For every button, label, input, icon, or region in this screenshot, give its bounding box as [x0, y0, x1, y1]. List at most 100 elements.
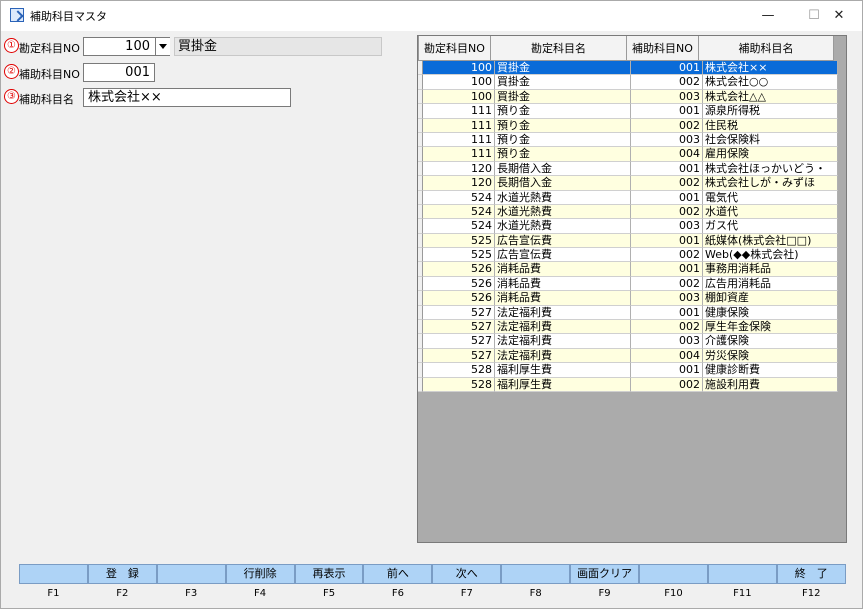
table-cell[interactable]: 福利厚生費	[495, 363, 631, 378]
table-row[interactable]: 527 法定福利費 004 労災保険	[418, 348, 838, 364]
table-cell[interactable]: 消耗品費	[495, 262, 631, 277]
table-row[interactable]: 526 消耗品費 002 広告用消耗品	[418, 276, 838, 292]
table-row[interactable]: 528 福利厚生費 001 健康診断費	[418, 363, 838, 378]
table-row[interactable]: 525 広告宣伝費 001 紙媒体(株式会社□□)	[418, 233, 838, 249]
table-cell[interactable]: 527	[423, 348, 495, 364]
table-cell[interactable]: 111	[423, 132, 495, 148]
table-cell[interactable]: 水道光熱費	[495, 190, 631, 205]
table-cell[interactable]: 住民税	[703, 118, 838, 133]
table-cell[interactable]: 001	[631, 363, 703, 378]
table-cell[interactable]: 預り金	[495, 147, 631, 162]
table-row[interactable]: 527 法定福利費 002 厚生年金保険	[418, 320, 838, 335]
table-cell[interactable]: 527	[423, 334, 495, 349]
table-cell[interactable]: 002	[631, 176, 703, 191]
table-cell[interactable]: 002	[631, 320, 703, 335]
table-cell[interactable]: 預り金	[495, 118, 631, 133]
table-cell[interactable]: 株式会社○○	[703, 75, 838, 90]
table-cell[interactable]: 003	[631, 334, 703, 349]
table-cell[interactable]: 株式会社××	[703, 61, 838, 76]
table-cell[interactable]: 525	[423, 248, 495, 263]
table-cell[interactable]: Web(◆◆株式会社)	[703, 248, 838, 263]
table-cell[interactable]: 水道光熱費	[495, 204, 631, 220]
table-cell[interactable]: 健康診断費	[703, 363, 838, 378]
table-row[interactable]: 100 買掛金 003 株式会社△△	[418, 89, 838, 105]
table-row[interactable]: 111 預り金 003 社会保険料	[418, 132, 838, 148]
table-cell[interactable]: 001	[631, 161, 703, 177]
header-sub-account-no[interactable]: 補助科目NO	[627, 36, 699, 61]
table-cell[interactable]: 事務用消耗品	[703, 262, 838, 277]
sub-account-name-input[interactable]: 株式会社××	[83, 88, 291, 107]
table-cell[interactable]: 001	[631, 104, 703, 119]
table-cell[interactable]: 法定福利費	[495, 320, 631, 335]
table-row[interactable]: 111 預り金 002 住民税	[418, 118, 838, 133]
table-row[interactable]: 527 法定福利費 001 健康保険	[418, 305, 838, 321]
table-cell[interactable]: 預り金	[495, 104, 631, 119]
table-cell[interactable]: 棚卸資産	[703, 291, 838, 306]
minimize-button[interactable]: —	[745, 1, 791, 31]
table-row[interactable]: 525 広告宣伝費 002 Web(◆◆株式会社)	[418, 248, 838, 263]
f2-button[interactable]: 登 録	[87, 564, 157, 584]
table-row[interactable]: 524 水道光熱費 002 水道代	[418, 204, 838, 220]
sub-account-grid[interactable]: 勘定科目NO 勘定科目名 補助科目NO 補助科目名 100 買掛金 001 株式会社×…	[417, 35, 847, 543]
table-cell[interactable]: ガス代	[703, 219, 838, 234]
table-cell[interactable]: 施設利用費	[703, 377, 838, 392]
table-row[interactable]: 111 預り金 004 雇用保険	[418, 147, 838, 162]
table-cell[interactable]: 002	[631, 377, 703, 392]
table-row[interactable]: 100 買掛金 001 株式会社××	[418, 61, 838, 76]
table-cell[interactable]: 株式会社△△	[703, 89, 838, 105]
table-row[interactable]: 120 長期借入金 001 株式会社ほっかいどう・	[418, 161, 838, 177]
table-row[interactable]: 120 長期借入金 002 株式会社しが・みずほ	[418, 176, 838, 191]
table-cell[interactable]: 111	[423, 104, 495, 119]
table-cell[interactable]: 003	[631, 219, 703, 234]
table-cell[interactable]: 001	[631, 262, 703, 277]
table-row[interactable]: 111 預り金 001 源泉所得税	[418, 104, 838, 119]
table-cell[interactable]: 526	[423, 262, 495, 277]
f1-button[interactable]	[19, 564, 88, 584]
table-cell[interactable]: 001	[631, 233, 703, 249]
table-cell[interactable]: 003	[631, 89, 703, 105]
table-cell[interactable]: 111	[423, 118, 495, 133]
table-cell[interactable]: 雇用保険	[703, 147, 838, 162]
header-sub-account-name[interactable]: 補助科目名	[699, 36, 834, 61]
table-cell[interactable]: 消耗品費	[495, 276, 631, 292]
table-cell[interactable]: 524	[423, 190, 495, 205]
table-cell[interactable]: 長期借入金	[495, 176, 631, 191]
table-cell[interactable]: 福利厚生費	[495, 377, 631, 392]
f5-button[interactable]: 再表示	[294, 564, 364, 584]
table-cell[interactable]: 003	[631, 291, 703, 306]
table-cell[interactable]: 526	[423, 291, 495, 306]
table-cell[interactable]: 広告用消耗品	[703, 276, 838, 292]
table-cell[interactable]: 買掛金	[495, 89, 631, 105]
table-cell[interactable]: 527	[423, 320, 495, 335]
table-cell[interactable]: 526	[423, 276, 495, 292]
table-cell[interactable]: 法定福利費	[495, 334, 631, 349]
sub-account-no-input[interactable]: 001	[83, 63, 155, 82]
f11-button[interactable]	[707, 564, 777, 584]
table-cell[interactable]: 広告宣伝費	[495, 248, 631, 263]
chevron-down-icon[interactable]	[155, 38, 170, 55]
table-cell[interactable]: 002	[631, 248, 703, 263]
header-account-name[interactable]: 勘定科目名	[491, 36, 627, 61]
table-cell[interactable]: 法定福利費	[495, 305, 631, 321]
f4-button[interactable]: 行削除	[225, 564, 295, 584]
table-cell[interactable]: 524	[423, 204, 495, 220]
close-button[interactable]: ✕	[816, 1, 862, 31]
f12-button[interactable]: 終 了	[776, 564, 846, 584]
f6-button[interactable]: 前へ	[363, 564, 433, 584]
table-cell[interactable]: 買掛金	[495, 61, 631, 76]
table-cell[interactable]: 労災保険	[703, 348, 838, 364]
table-cell[interactable]: 002	[631, 204, 703, 220]
table-cell[interactable]: 株式会社ほっかいどう・	[703, 161, 838, 177]
table-cell[interactable]: 広告宣伝費	[495, 233, 631, 249]
table-cell[interactable]: 002	[631, 118, 703, 133]
f3-button[interactable]	[156, 564, 226, 584]
table-cell[interactable]: 株式会社しが・みずほ	[703, 176, 838, 191]
table-row[interactable]: 524 水道光熱費 003 ガス代	[418, 219, 838, 234]
table-cell[interactable]: 源泉所得税	[703, 104, 838, 119]
table-cell[interactable]: 100	[423, 61, 495, 76]
table-cell[interactable]: 紙媒体(株式会社□□)	[703, 233, 838, 249]
table-cell[interactable]: 004	[631, 348, 703, 364]
f10-button[interactable]	[639, 564, 708, 584]
table-cell[interactable]: 100	[423, 75, 495, 90]
header-account-no[interactable]: 勘定科目NO	[419, 36, 491, 61]
